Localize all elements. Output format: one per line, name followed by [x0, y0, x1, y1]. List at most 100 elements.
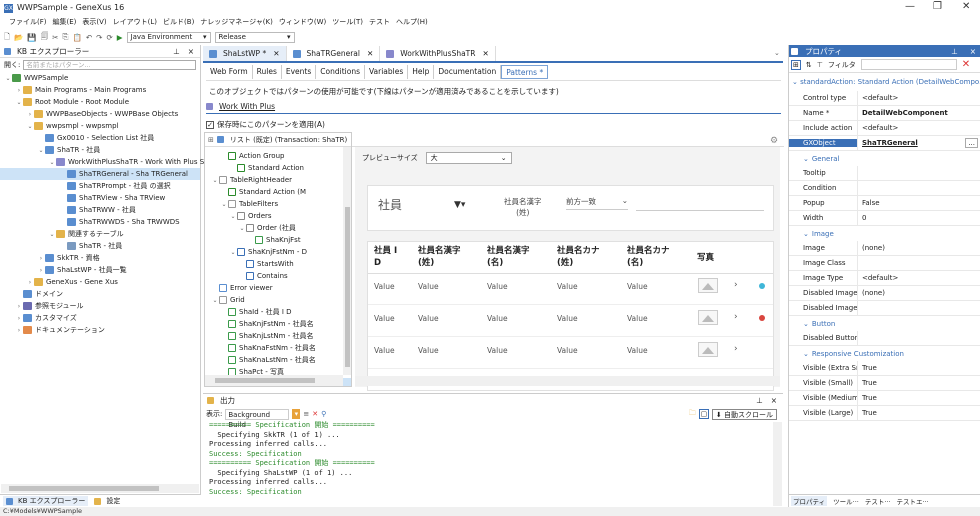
output-source-select[interactable]: Background Build [225, 408, 290, 429]
pattern-node[interactable]: ⌄ Order (社員 [205, 222, 351, 234]
property-row[interactable]: Disabled Button C [789, 330, 980, 346]
tree-expander-icon[interactable]: › [15, 87, 23, 94]
property-value[interactable]: (none) [857, 285, 980, 301]
tab-settings[interactable]: 設定 [94, 496, 120, 506]
pin-icon[interactable]: ⊥ [756, 396, 763, 405]
clear-filter-icon[interactable]: ✕ [962, 59, 970, 70]
tree-expander-icon[interactable]: › [15, 315, 23, 322]
tree-expander-icon[interactable]: ⌄ [220, 201, 228, 208]
property-row[interactable]: Image Class [789, 255, 980, 271]
menu-item[interactable]: ナレッジマネージャ(K) [200, 17, 273, 30]
close-tab-icon[interactable]: ✕ [367, 49, 373, 58]
tree-item[interactable]: › GeneXus - Gene Xus [0, 276, 200, 288]
chevron-right-icon[interactable]: › [734, 344, 738, 354]
property-value[interactable]: <default> [857, 120, 980, 136]
tree-expander-icon[interactable]: ⌄ [211, 297, 219, 304]
tree-expander-icon[interactable]: ⌄ [229, 213, 237, 220]
work-with-plus-tab[interactable]: Work With Plus [206, 102, 275, 111]
property-row[interactable]: GXObject ShaTRGeneral... [789, 135, 980, 151]
menu-item[interactable]: ファイル(F) [9, 17, 47, 30]
property-row[interactable]: Disabled Image (none) [789, 285, 980, 301]
vertical-scrollbar[interactable] [343, 147, 351, 375]
save-all-icon[interactable]: 🗐 [41, 31, 49, 44]
tree-item[interactable]: › Main Programs - Main Programs [0, 84, 200, 96]
close-icon[interactable]: × [970, 47, 976, 56]
property-category[interactable]: ⌄ General [789, 151, 980, 166]
pin-icon[interactable]: ⊥ [173, 47, 180, 56]
pattern-node[interactable]: ⌄ TableFilters [205, 198, 351, 210]
menu-item[interactable]: ウィンドウ(W) [279, 17, 326, 30]
subtab[interactable]: Variables [365, 65, 409, 79]
tree-expander-icon[interactable]: › [26, 111, 34, 118]
tree-expander-icon[interactable]: ⌄ [26, 123, 34, 130]
property-row[interactable]: Popup False [789, 195, 980, 211]
chevron-right-icon[interactable]: › [734, 280, 738, 290]
tree-item[interactable]: ShaTR - 社員 [0, 240, 200, 252]
close-icon[interactable]: × [771, 396, 777, 405]
tree-item[interactable]: › SkkTR - 資格 [0, 252, 200, 264]
close-tab-icon[interactable]: ✕ [482, 49, 488, 58]
run-icon[interactable]: ▶ [117, 33, 123, 42]
tree-item[interactable]: ShaTRGeneral - Sha TRGeneral [0, 168, 200, 180]
property-value[interactable]: True [857, 375, 980, 391]
property-value[interactable]: False [857, 195, 980, 211]
property-value[interactable]: <default> [857, 270, 980, 286]
sort-az-icon[interactable]: ⇅ [806, 61, 812, 69]
cut-icon[interactable]: ✂ [52, 33, 58, 42]
minimize-button[interactable]: — [905, 1, 915, 12]
subtab[interactable]: Patterns * [501, 65, 549, 79]
pattern-node[interactable]: ⌄ Grid [205, 294, 351, 306]
property-row[interactable]: Include action <default> [789, 120, 980, 136]
pattern-node[interactable]: Standard Action [205, 162, 351, 174]
tree-expander-icon[interactable]: ⌄ [4, 75, 12, 82]
clear-icon[interactable]: ✕ [312, 410, 318, 418]
tree-expander-icon[interactable]: ⌄ [15, 99, 23, 106]
menu-item[interactable]: ビルド(B) [163, 17, 194, 30]
tree-expander-icon[interactable]: ⌄ [238, 225, 246, 232]
property-value[interactable] [857, 255, 980, 271]
property-category[interactable]: ⌄ Button [789, 316, 980, 331]
pattern-node[interactable]: ⌄ Orders [205, 210, 351, 222]
property-value[interactable] [857, 180, 980, 196]
tree-item[interactable]: › 参照モジュール [0, 300, 200, 312]
copy-icon[interactable]: ⎘ [63, 32, 69, 42]
preview-horizontal-scrollbar[interactable] [355, 376, 780, 386]
tree-item[interactable]: › ShaLstWP - 社員一覧 [0, 264, 200, 276]
menu-item[interactable]: 表示(V) [82, 17, 106, 30]
property-value[interactable]: True [857, 360, 980, 376]
tree-expander-icon[interactable]: › [37, 267, 45, 274]
tree-item[interactable]: ⌄ WWPSample [0, 72, 200, 84]
property-value[interactable]: 0 [857, 210, 980, 226]
filter-operator-select[interactable]: 前方一致 ⌄ [566, 196, 628, 210]
pattern-node[interactable]: Action Group [205, 150, 351, 162]
tree-expander-icon[interactable]: ⌄ [37, 147, 45, 154]
pattern-node[interactable]: ⌄ ShaKnjFstNm - D [205, 246, 351, 258]
horizontal-scrollbar[interactable] [1, 484, 199, 493]
preview-size-select[interactable]: 大 ⌄ [425, 152, 512, 164]
config-select[interactable]: Release ▾ [214, 31, 295, 43]
property-row[interactable]: Visible (Large) True [789, 405, 980, 421]
property-row[interactable]: Condition [789, 180, 980, 196]
property-row[interactable]: Visible (Extra SmaTrue [789, 360, 980, 376]
filter-icon[interactable]: ▼▾ [454, 200, 465, 210]
properties-tab[interactable]: プロパティ [791, 496, 828, 506]
save-icon[interactable]: 💾 [27, 33, 36, 42]
document-tab[interactable]: ShaTRGeneral ✕ [287, 46, 381, 61]
tree-item[interactable]: ⌄ WorkWithPlusShaTR - Work With Plus S [0, 156, 204, 168]
restore-button[interactable]: ❐ [933, 1, 942, 12]
tree-item[interactable]: ShaTRView - Sha TRView [0, 192, 200, 204]
subtab[interactable]: Rules [253, 65, 282, 79]
filter-icon[interactable]: ⊤ [817, 61, 823, 69]
tab-overflow-icon[interactable]: ⌄ [774, 49, 780, 57]
tree-expander-icon[interactable]: › [15, 303, 23, 310]
close-icon[interactable]: × [188, 47, 194, 56]
property-row[interactable]: Tooltip [789, 165, 980, 181]
pin-icon[interactable]: ⊥ [951, 47, 958, 56]
tree-item[interactable]: › ドキュメンテーション [0, 324, 200, 336]
search-input[interactable]: 名前またはパターン... [23, 60, 196, 70]
filter-input[interactable] [860, 59, 957, 70]
property-value[interactable] [857, 330, 980, 346]
property-row[interactable]: Visible (Medium) True [789, 390, 980, 406]
document-tab[interactable]: WorkWithPlusShaTR ✕ [380, 46, 496, 61]
tree-view-icon[interactable]: ⊞ [208, 136, 214, 144]
